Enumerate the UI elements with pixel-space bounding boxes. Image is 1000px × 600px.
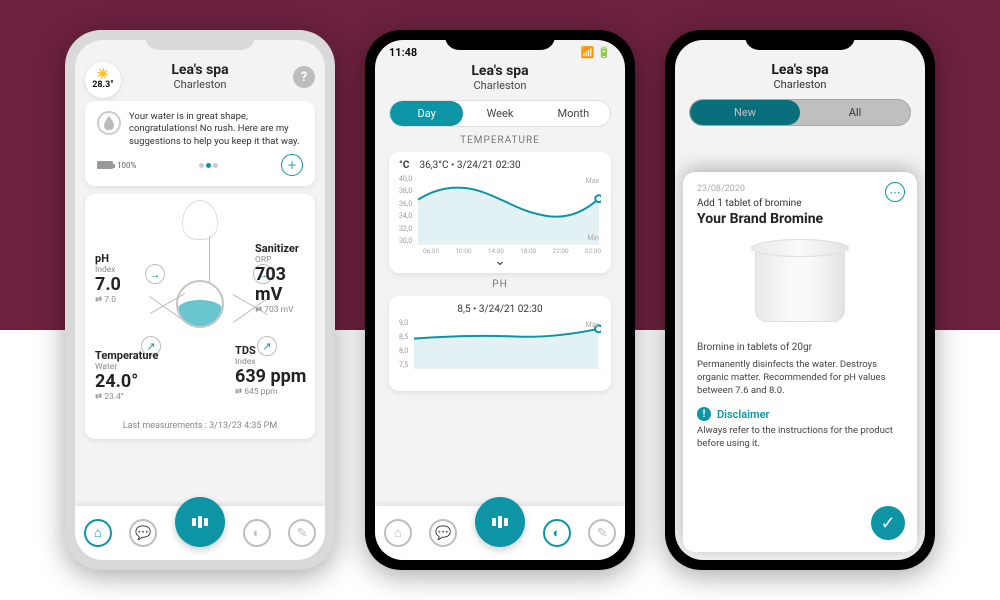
metric-sanitizer[interactable]: Sanitizer ORP 703 mV ⇄ 703 mV bbox=[255, 242, 315, 315]
tab-week[interactable]: Week bbox=[463, 101, 536, 126]
phone-notch bbox=[445, 30, 555, 50]
battery-indicator: 100% bbox=[97, 161, 136, 170]
y-axis: 9,08,58,07,5 bbox=[399, 319, 408, 369]
disclaimer-label: Disclaimer bbox=[717, 408, 769, 421]
tab-all[interactable]: All bbox=[800, 100, 910, 125]
sun-icon: ☀️ bbox=[97, 70, 109, 80]
device-icon bbox=[182, 200, 218, 240]
nav-chat-icon[interactable]: 💬 bbox=[129, 519, 157, 547]
metrics-card: → → ↗ ↗ pH Index 7.0 ⇄ 7.0 Sanitizer ORP… bbox=[85, 194, 315, 439]
nav-edit-icon[interactable]: ✎ bbox=[588, 519, 616, 547]
metric-target: ⇄ 23.4° bbox=[95, 392, 158, 402]
status-icons: 📶 🔋 bbox=[581, 46, 611, 59]
nav-center-button[interactable] bbox=[175, 497, 225, 547]
battery-pct: 100% bbox=[117, 161, 136, 170]
bottom-nav: ⌂ 💬 ◐ ✎ bbox=[375, 506, 625, 560]
metric-target: ⇄ 703 mV bbox=[255, 305, 315, 315]
metric-value: 7.0 bbox=[95, 275, 121, 295]
nav-gauge-icon[interactable]: ◐ bbox=[543, 519, 571, 547]
plot-area: Max bbox=[414, 319, 601, 369]
nav-edit-icon[interactable]: ✎ bbox=[288, 519, 316, 547]
section-ph: PH bbox=[375, 279, 625, 290]
filter-tabs: New All bbox=[689, 99, 911, 126]
nav-center-button[interactable] bbox=[475, 497, 525, 547]
metric-ph[interactable]: pH Index 7.0 ⇄ 7.0 bbox=[95, 252, 121, 305]
pool-title: Lea's spa bbox=[375, 63, 625, 79]
product-desc: Permanently disinfects the water. Destro… bbox=[697, 359, 903, 397]
weather-temp: 28.3° bbox=[92, 80, 113, 90]
nav-home-icon[interactable]: ⌂ bbox=[84, 519, 112, 547]
phone-notch bbox=[145, 30, 255, 50]
metric-label: Temperature bbox=[95, 349, 158, 362]
nav-home-icon[interactable]: ⌂ bbox=[384, 519, 412, 547]
metric-value: 639 ppm bbox=[235, 367, 306, 387]
product-name: Your Brand Bromine bbox=[697, 211, 903, 227]
product-sheet: 23/08/2020 ⋯ Add 1 tablet of bromine You… bbox=[683, 172, 917, 552]
chart-reading: 8,5 • 3/24/21 02:30 bbox=[457, 304, 542, 315]
pool-location: Charleston bbox=[375, 79, 625, 92]
tab-new[interactable]: New bbox=[690, 100, 800, 125]
info-icon: ! bbox=[697, 407, 711, 421]
product-image bbox=[755, 247, 845, 322]
metric-label: pH bbox=[95, 252, 121, 265]
metric-tds[interactable]: TDS Index 639 ppm ⇄ 645 ppm bbox=[235, 344, 306, 397]
status-time: 11:48 bbox=[389, 46, 417, 59]
metric-label: TDS bbox=[235, 344, 306, 357]
max-label: Max bbox=[586, 177, 599, 185]
last-measurement: Last measurements : 3/13/23 4:35 PM bbox=[85, 421, 315, 431]
tip-card[interactable]: Your water is in great shape, congratula… bbox=[85, 101, 315, 186]
metric-target: ⇄ 7.0 bbox=[95, 295, 121, 305]
phone-dashboard: ☀️ 28.3° Lea's spa Charleston ? Your wat… bbox=[65, 30, 335, 570]
nav-gauge-icon[interactable]: ◐ bbox=[243, 519, 271, 547]
phone-charts: 11:48 📶 🔋 Lea's spa Charleston Day Week … bbox=[365, 30, 635, 570]
arrow-icon: → bbox=[145, 264, 165, 284]
phone-product: Lea's spa Charleston New All 23/08/2020 … bbox=[665, 30, 935, 570]
range-tabs: Day Week Month bbox=[389, 100, 611, 127]
confirm-button[interactable]: ✓ bbox=[871, 506, 905, 540]
tip-text: Your water is in great shape, congratula… bbox=[129, 111, 303, 148]
more-icon[interactable]: ⋯ bbox=[885, 182, 905, 202]
max-label: Max bbox=[586, 321, 599, 329]
chevron-down-icon[interactable]: ⌄ bbox=[399, 253, 601, 269]
weather-badge[interactable]: ☀️ 28.3° bbox=[85, 62, 121, 98]
phone-notch bbox=[745, 30, 855, 50]
tab-month[interactable]: Month bbox=[537, 101, 610, 126]
y-axis: 40,038,036,034,032,030,0 bbox=[399, 175, 412, 245]
chart-ph[interactable]: 8,5 • 3/24/21 02:30 9,08,58,07,5 Max bbox=[389, 296, 611, 391]
bottom-nav: ⌂ 💬 ◐ ✎ bbox=[75, 506, 325, 560]
drop-icon bbox=[97, 111, 121, 135]
help-icon[interactable]: ? bbox=[293, 66, 315, 88]
nav-chat-icon[interactable]: 💬 bbox=[429, 519, 457, 547]
section-temperature: TEMPERATURE bbox=[375, 135, 625, 146]
chart-reading: 36,3°C • 3/24/21 02:30 bbox=[419, 160, 520, 171]
metric-value: 24.0° bbox=[95, 372, 158, 392]
metric-temperature[interactable]: Temperature Water 24.0° ⇄ 23.4° bbox=[95, 349, 158, 402]
min-label: Min bbox=[587, 234, 599, 242]
metric-label: Sanitizer bbox=[255, 242, 315, 255]
tab-day[interactable]: Day bbox=[390, 101, 463, 126]
unit: °C bbox=[399, 160, 409, 171]
plot-area: Max Min bbox=[418, 175, 601, 245]
chart-temperature[interactable]: °C 36,3°C • 3/24/21 02:30 40,038,036,034… bbox=[389, 152, 611, 273]
metric-value: 703 mV bbox=[255, 265, 315, 305]
pool-location: Charleston bbox=[675, 78, 925, 91]
add-icon[interactable]: + bbox=[281, 154, 303, 176]
disclaimer-text: Always refer to the instructions for the… bbox=[697, 425, 903, 451]
page-dots[interactable] bbox=[198, 161, 219, 170]
metric-target: ⇄ 645 ppm bbox=[235, 387, 306, 397]
sheet-date: 23/08/2020 bbox=[697, 184, 903, 194]
sheet-action: Add 1 tablet of bromine bbox=[697, 198, 903, 209]
product-weight: Bromine in tablets of 20gr bbox=[697, 342, 903, 353]
pool-title: Lea's spa bbox=[675, 62, 925, 78]
